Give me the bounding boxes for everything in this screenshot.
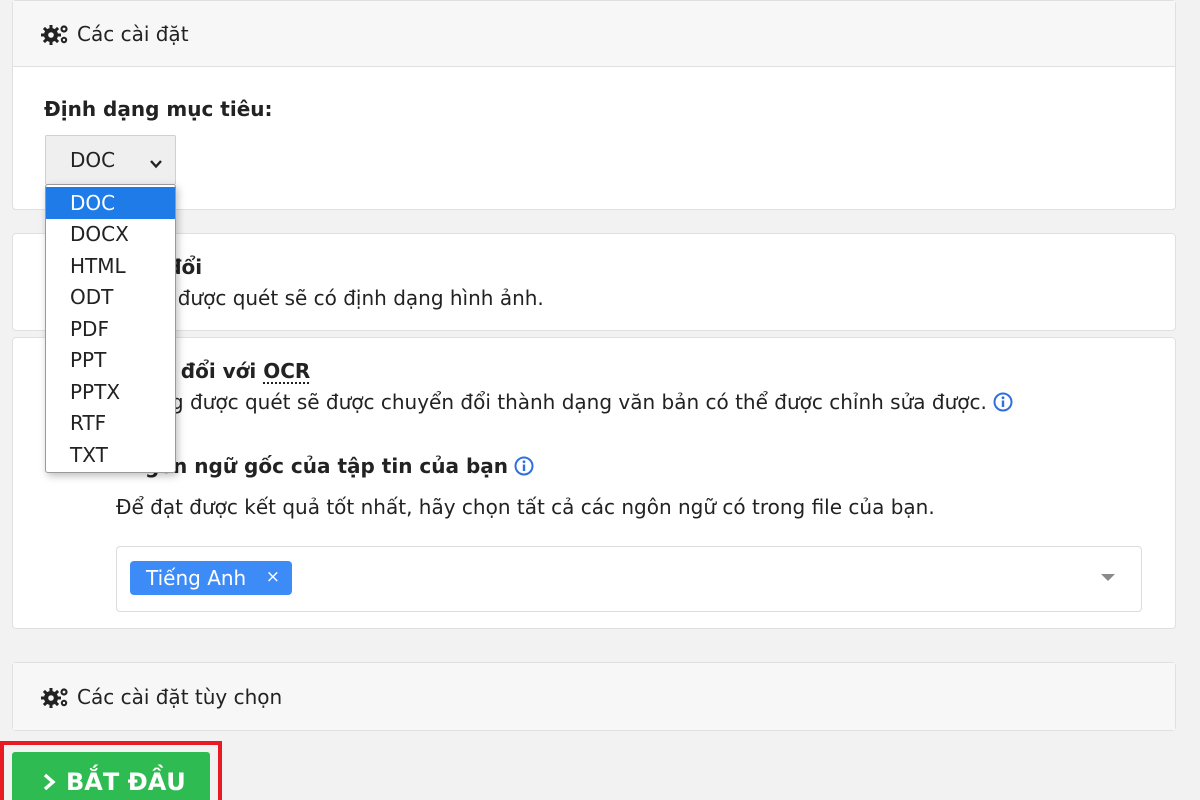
optional-settings-header[interactable]: Các cài đặt tùy chọn xyxy=(13,663,1175,730)
gears-icon xyxy=(41,686,71,708)
target-format-label: Định dạng mục tiêu: xyxy=(44,97,273,121)
format-option[interactable]: PDF xyxy=(46,313,175,345)
remove-tag-icon[interactable]: × xyxy=(266,567,280,587)
source-language-label: gôn ngữ gốc của tập tin của bạn xyxy=(145,454,534,481)
language-multiselect[interactable]: Tiếng Anh × xyxy=(116,546,1142,612)
settings-header: Các cài đặt xyxy=(13,1,1175,67)
format-option[interactable]: PPTX xyxy=(46,376,175,408)
chevron-right-icon xyxy=(42,772,58,792)
format-option[interactable]: TXT xyxy=(46,439,175,471)
info-icon[interactable] xyxy=(514,456,534,481)
language-tag: Tiếng Anh × xyxy=(130,561,292,595)
optional-settings-label: Các cài đặt tùy chọn xyxy=(77,684,283,709)
format-option[interactable]: RTF xyxy=(46,408,175,440)
info-icon[interactable] xyxy=(993,392,1013,417)
format-option[interactable]: DOCX xyxy=(46,219,175,251)
target-format-value: DOC xyxy=(70,148,116,172)
start-button[interactable]: BẮT ĐẦU xyxy=(12,752,210,800)
target-format-select[interactable]: DOC xyxy=(45,135,176,185)
format-dropdown-list: DOC DOCX HTML ODT PDF PPT PPTX RTF TXT xyxy=(45,184,176,473)
conversion-card: n đổi ng được quét sẽ có định dạng hình … xyxy=(12,233,1176,331)
gears-icon xyxy=(41,23,71,45)
format-option[interactable]: HTML xyxy=(46,250,175,282)
chevron-down-icon xyxy=(149,152,163,176)
caret-down-icon[interactable] xyxy=(1101,574,1115,581)
start-button-label: BẮT ĐẦU xyxy=(66,768,186,796)
settings-header-label: Các cài đặt xyxy=(77,21,189,46)
format-option[interactable]: PPT xyxy=(46,345,175,377)
source-language-help: Để đạt được kết quả tốt nhất, hãy chọn t… xyxy=(116,495,935,519)
ocr-conversion-description: ang được quét sẽ được chuyển đổi thành d… xyxy=(146,390,1013,417)
ocr-abbreviation: OCR xyxy=(263,359,311,383)
optional-settings-card[interactable]: Các cài đặt tùy chọn xyxy=(12,662,1176,731)
format-option[interactable]: ODT xyxy=(46,282,175,314)
language-tag-label: Tiếng Anh xyxy=(146,566,247,590)
format-option[interactable]: DOC xyxy=(46,187,175,219)
settings-card: Các cài đặt Định dạng mục tiêu: DOC xyxy=(12,0,1176,210)
conversion-description: ng được quét sẽ có định dạng hình ảnh. xyxy=(146,286,544,310)
